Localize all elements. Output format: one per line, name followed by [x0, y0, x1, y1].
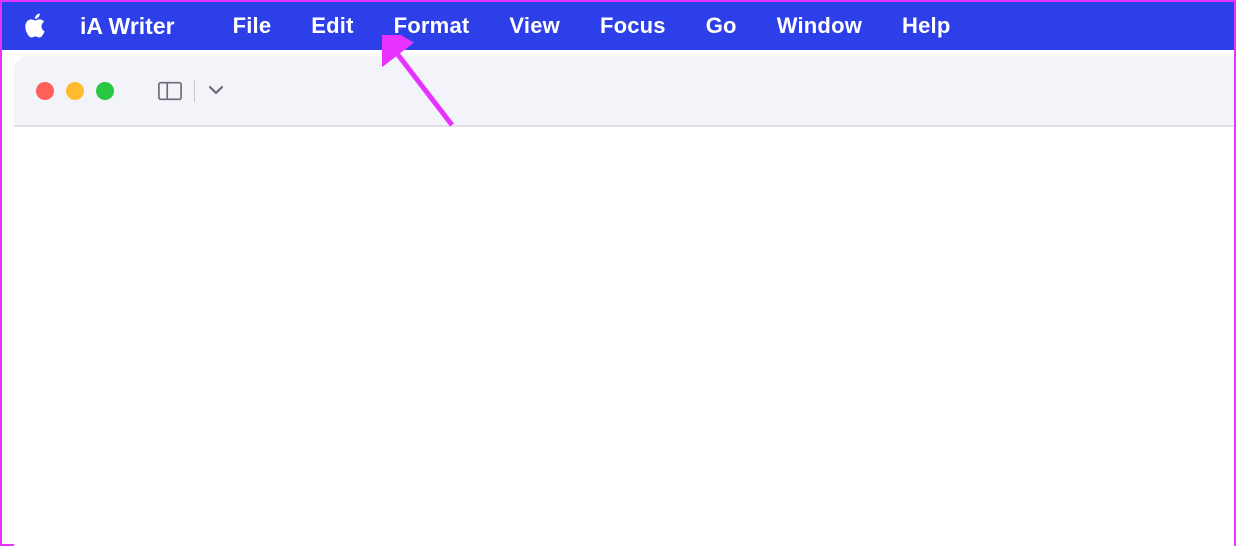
macos-menubar: iA Writer File Edit Format View Focus Go… — [2, 2, 1234, 50]
menu-help[interactable]: Help — [882, 13, 970, 39]
menu-window[interactable]: Window — [757, 13, 882, 39]
menu-edit[interactable]: Edit — [291, 13, 373, 39]
menu-focus[interactable]: Focus — [580, 13, 686, 39]
app-name[interactable]: iA Writer — [80, 13, 175, 40]
sidebar-toggle-icon[interactable] — [158, 81, 182, 101]
toolbar — [158, 80, 225, 102]
toolbar-separator — [194, 80, 195, 102]
editor-area[interactable] — [14, 127, 1234, 547]
menu-go[interactable]: Go — [686, 13, 757, 39]
window-titlebar — [14, 56, 1234, 127]
apple-logo-icon[interactable] — [20, 12, 48, 40]
zoom-button[interactable] — [96, 82, 114, 100]
close-button[interactable] — [36, 82, 54, 100]
minimize-button[interactable] — [66, 82, 84, 100]
menu-format[interactable]: Format — [374, 13, 490, 39]
chevron-down-icon[interactable] — [207, 82, 225, 100]
menu-view[interactable]: View — [489, 13, 580, 39]
menu-file[interactable]: File — [213, 13, 292, 39]
window-controls — [36, 82, 114, 100]
